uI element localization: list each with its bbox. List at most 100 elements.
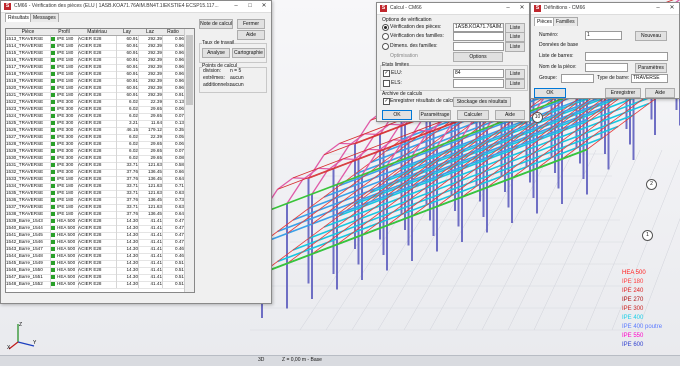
axis-marker-10[interactable]: 10 (532, 112, 543, 123)
calcul-ok-button[interactable]: OK (382, 110, 412, 120)
enregistrer-button[interactable]: Enregistrer (605, 88, 641, 98)
els-checkbox[interactable] (383, 80, 390, 87)
liste-elu-button[interactable]: Liste (505, 69, 525, 79)
close-icon[interactable]: ✕ (257, 1, 271, 12)
pieces-field[interactable]: 1ASB.KOA71.76AIM.BN4... (453, 23, 504, 32)
elu-checkbox[interactable]: ✓ (383, 70, 390, 77)
table-row[interactable]: 1540_Barre_1544HEA 500ACIER E2814.3041.4… (6, 225, 184, 232)
tab-familles[interactable]: Familles (553, 17, 578, 26)
radio-dimens[interactable] (382, 43, 389, 50)
tab-messages[interactable]: Messages (30, 13, 59, 22)
radio-pieces[interactable] (382, 24, 389, 31)
scroll-thumb[interactable] (186, 35, 193, 105)
table-row[interactable]: 1530_TRAVERSEIPE 300ACIER E286.0229.650.… (6, 155, 184, 162)
table-scrollbar[interactable] (184, 29, 194, 292)
liste-familles-button[interactable]: Liste (505, 32, 525, 42)
table-row[interactable]: 1514_TRAVERSEIPE 180ACIER E2860.91292.39… (6, 43, 184, 50)
table-row[interactable]: 1548_Barre_1552HEA 500ACIER E2814.3041.4… (6, 281, 184, 288)
table-row[interactable]: 1534_TRAVERSEIPE 180ACIER E2833.71121.63… (6, 183, 184, 190)
axis-marker-2[interactable]: 2 (646, 179, 657, 190)
table-row[interactable]: 1546_Barre_1550HEA 500ACIER E2814.3041.4… (6, 267, 184, 274)
table-row[interactable]: 1519_TRAVERSEIPE 180ACIER E2860.91292.39… (6, 78, 184, 85)
table-row[interactable]: 1529_TRAVERSEIPE 300ACIER E286.0229.650.… (6, 148, 184, 155)
liste-dimens-button[interactable]: Liste (505, 42, 525, 52)
stockage-button[interactable]: Stockage des résultats (453, 97, 511, 107)
table-row[interactable]: 1515_TRAVERSEIPE 180ACIER E2860.91292.39… (6, 50, 184, 57)
table-row[interactable]: 1520_TRAVERSEIPE 180ACIER E2860.91292.39… (6, 85, 184, 92)
type-barre-select[interactable]: TRAVERSE (631, 74, 668, 83)
table-row[interactable]: 1544_Barre_1548HEA 500ACIER E2814.3041.4… (6, 253, 184, 260)
analyse-button[interactable]: Analyse (202, 48, 230, 58)
table-row[interactable]: 1513_TRAVERSEIPE 180ACIER E2860.91292.39… (6, 36, 184, 43)
minimize-icon[interactable]: – (651, 3, 665, 14)
definitions-aide-button[interactable]: Aide (645, 88, 675, 98)
table-row[interactable]: 1521_TRAVERSEIPE 180ACIER E2860.91292.39… (6, 92, 184, 99)
table-row[interactable]: 1525_TRAVERSEIPE 300ACIER E283.2111.640.… (6, 120, 184, 127)
note-de-calcul-button[interactable]: Note de calcul (199, 19, 233, 29)
table-row[interactable]: 1535_TRAVERSEIPE 180ACIER E2833.71121.63… (6, 190, 184, 197)
table-row[interactable]: 1545_Barre_1549HEA 500ACIER E2814.3041.4… (6, 260, 184, 267)
axis-marker-1[interactable]: 1 (642, 230, 653, 241)
groupe-select[interactable] (561, 74, 594, 83)
table-row[interactable]: 1533_TRAVERSEIPE 180ACIER E2837.76136.45… (6, 176, 184, 183)
results-table[interactable]: PièceProfilMatériauLayLazRatio 1513_TRAV… (5, 28, 195, 293)
table-row[interactable]: 1538_TRAVERSEIPE 180ACIER E2837.76136.45… (6, 211, 184, 218)
column-header[interactable]: Matériau (78, 29, 117, 36)
elu-field[interactable]: 84 (453, 69, 504, 78)
table-row[interactable]: 1539_Barre_1543HEA 500ACIER E2814.3041.4… (6, 218, 184, 225)
nouveau-button[interactable]: Nouveau (635, 31, 667, 41)
familles-field[interactable] (453, 32, 504, 41)
tab-pieces[interactable]: Pièces (534, 17, 555, 26)
table-row[interactable]: 1517_TRAVERSEIPE 180ACIER E2860.91292.39… (6, 64, 184, 71)
table-row[interactable]: 1523_TRAVERSEIPE 300ACIER E286.0229.650.… (6, 106, 184, 113)
minimize-icon[interactable]: – (501, 3, 515, 14)
column-header[interactable]: Pièce (6, 29, 51, 36)
minimize-icon[interactable]: – (229, 1, 243, 12)
numero-field[interactable]: 1 (585, 31, 622, 40)
calculer-button[interactable]: Calculer (457, 110, 489, 120)
table-row[interactable]: 1543_Barre_1547HEA 500ACIER E2814.3041.4… (6, 246, 184, 253)
column-header[interactable]: Profil (50, 29, 79, 36)
options-button[interactable]: Options (453, 52, 503, 62)
table-row[interactable]: 1524_TRAVERSEIPE 300ACIER E286.0229.650.… (6, 113, 184, 120)
close-icon[interactable]: ✕ (515, 3, 529, 14)
nom-piece-field[interactable] (585, 63, 628, 72)
table-row[interactable]: 1537_TRAVERSEIPE 180ACIER E2833.71121.63… (6, 204, 184, 211)
tab-resultats[interactable]: Résultats (5, 13, 32, 22)
table-row[interactable]: 1541_Barre_1545HEA 500ACIER E2814.3041.4… (6, 232, 184, 239)
column-header[interactable]: Laz (138, 29, 163, 36)
maximize-icon[interactable]: □ (243, 1, 257, 12)
table-row[interactable]: 1516_TRAVERSEIPE 180ACIER E2860.91292.39… (6, 57, 184, 64)
view-mode-label[interactable]: 3D (258, 357, 264, 363)
parametres-button[interactable]: Paramètres (635, 63, 667, 73)
aide-button[interactable]: Aide (237, 30, 265, 40)
calcul-aide-button[interactable]: Aide (495, 110, 525, 120)
cartographie-button[interactable]: Cartographie (232, 48, 265, 58)
level-label[interactable]: Z = 0,00 m - Base (282, 357, 322, 363)
liste-barres-field[interactable] (585, 52, 668, 61)
parametrage-button[interactable]: Paramétrage (419, 110, 451, 120)
els-field[interactable] (453, 79, 504, 88)
column-header[interactable]: Ratio (162, 29, 185, 36)
close-icon[interactable]: ✕ (665, 3, 679, 14)
table-row[interactable]: 1526_TRAVERSEIPE 300ACIER E2846.15179.12… (6, 127, 184, 134)
fermer-button[interactable]: Fermer (237, 19, 265, 29)
calcul-titlebar[interactable]: S Calcul - CM66 – ✕ (377, 3, 529, 15)
liste-els-button[interactable]: Liste (505, 79, 525, 89)
dimens-field[interactable] (453, 42, 504, 51)
column-header[interactable]: Lay (116, 29, 139, 36)
verification-titlebar[interactable]: S CM66 - Vérification des pièces (ELU | … (1, 1, 271, 13)
table-row[interactable]: 1542_Barre_1546HEA 500ACIER E2814.3041.4… (6, 239, 184, 246)
definitions-ok-button[interactable]: OK (534, 88, 566, 98)
table-row[interactable]: 1527_TRAVERSEIPE 300ACIER E286.0222.390.… (6, 134, 184, 141)
table-row[interactable]: 1528_TRAVERSEIPE 300ACIER E286.0229.650.… (6, 141, 184, 148)
table-row[interactable]: 1522_TRAVERSEIPE 300ACIER E286.0222.390.… (6, 99, 184, 106)
table-row[interactable]: 1547_Barre_1551HEA 500ACIER E2814.3041.4… (6, 274, 184, 281)
archive-checkbox[interactable]: ✓ (383, 98, 390, 105)
table-row[interactable]: 1536_TRAVERSEIPE 180ACIER E2837.76136.45… (6, 197, 184, 204)
table-row[interactable]: 1532_TRAVERSEIPE 300ACIER E2837.76136.45… (6, 169, 184, 176)
table-row[interactable]: 1531_TRAVERSEIPE 300ACIER E2833.71121.63… (6, 162, 184, 169)
definitions-titlebar[interactable]: S Définitions - CM66 – ✕ (531, 3, 679, 15)
radio-familles[interactable] (382, 33, 389, 40)
table-row[interactable]: 1518_TRAVERSEIPE 180ACIER E2860.91292.39… (6, 71, 184, 78)
